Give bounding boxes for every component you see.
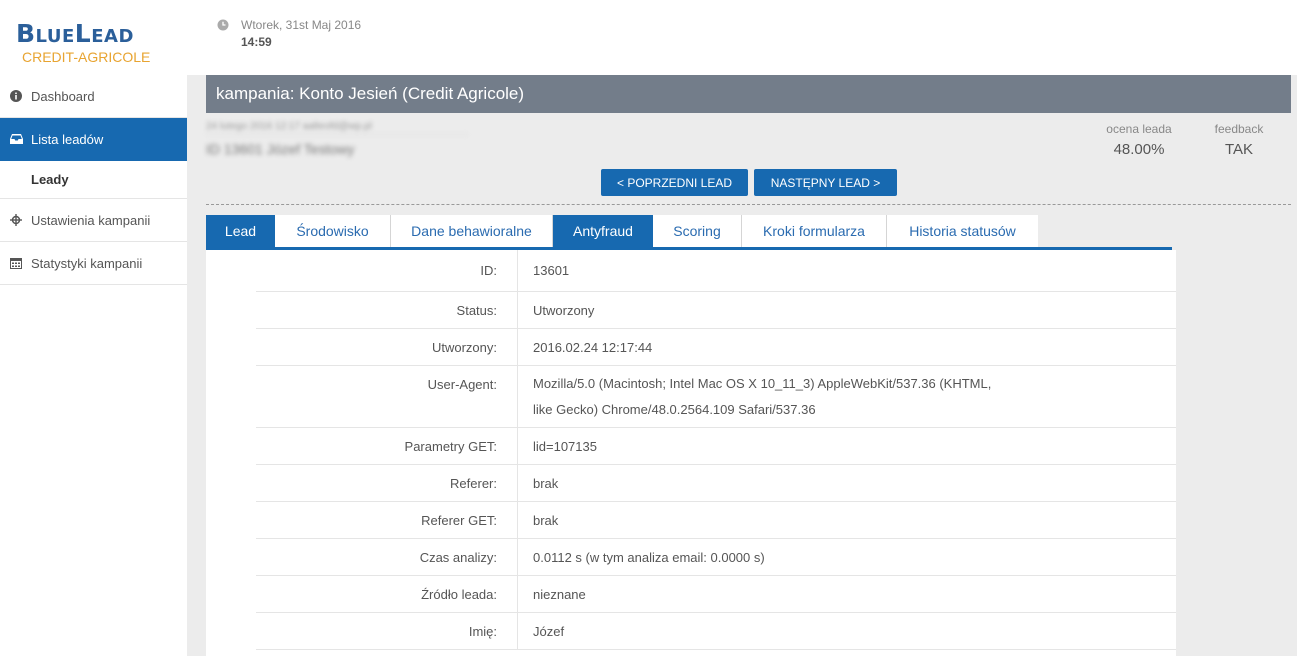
sidebar-item-label: Leady (31, 172, 69, 187)
sidebar-item-lista-leadow[interactable]: Lista leadów (0, 118, 187, 161)
detail-row-analysis-time: Czas analizy: 0.0112 s (w tym analiza em… (206, 539, 1176, 576)
sidebar-item-ustawienia-kampanii[interactable]: Ustawienia kampanii (0, 199, 187, 242)
detail-value: 0.0112 s (w tym analiza email: 0.0000 s) (533, 550, 765, 565)
tab-srodowisko[interactable]: Środowisko (275, 215, 391, 247)
tab-lead[interactable]: Lead (206, 215, 275, 247)
sidebar: BlueLead CREDIT-AGRICOLE Dashboard Lista… (0, 0, 187, 656)
detail-value: Mozilla/5.0 (Macintosh; Intel Mac OS X 1… (533, 376, 992, 417)
lead-score-value: 48.00% (1113, 141, 1165, 158)
detail-value: 2016.02.24 12:17:44 (533, 340, 653, 355)
tab-dane-behawioralne[interactable]: Dane behawioralne (391, 215, 553, 247)
lead-feedback-label: feedback (1214, 122, 1264, 136)
detail-row-status: Status: Utworzony (206, 292, 1176, 329)
sidebar-item-statystyki-kampanii[interactable]: Statystyki kampanii (0, 242, 187, 285)
sidebar-nav: Dashboard Lista leadów Leady Ustawienia … (0, 75, 187, 285)
detail-label: Czas analizy: (419, 550, 497, 565)
inbox-icon (9, 132, 23, 146)
detail-value: lid=107135 (533, 439, 597, 454)
lead-meta-blurred: 24 lutego 2016 12:17 aalteofd@wp.pl (206, 121, 468, 135)
top-bar: Wtorek, 31st Maj 2016 14:59 (187, 0, 1297, 75)
detail-label: Referer: (450, 476, 497, 491)
sidebar-item-label: Statystyki kampanii (31, 255, 143, 271)
lead-score: ocena leada 48.00% (1099, 122, 1179, 158)
detail-value: brak (533, 513, 559, 528)
tab-antyfraud[interactable]: Antyfraud (553, 215, 653, 247)
detail-row-lead-source: Źródło leada: nieznane (206, 576, 1176, 613)
campaign-title: kampania: Konto Jesień (Credit Agricole) (206, 75, 1291, 113)
lead-info: 24 lutego 2016 12:17 aalteofd@wp.pl ID 1… (206, 113, 1291, 205)
detail-label: ID: (480, 263, 497, 278)
sidebar-item-label: Dashboard (31, 88, 95, 104)
detail-label: Referer GET: (421, 513, 497, 528)
prev-lead-button[interactable]: < POPRZEDNI LEAD (601, 169, 748, 196)
crosshair-icon (9, 213, 23, 227)
next-lead-button[interactable]: NASTĘPNY LEAD > (754, 169, 897, 196)
main-content: kampania: Konto Jesień (Credit Agricole)… (206, 75, 1291, 656)
detail-value: nieznane (533, 587, 586, 602)
detail-row-id: ID: 13601 (206, 250, 1176, 292)
detail-row-referer: Referer: brak (206, 465, 1176, 502)
detail-row-created: Utworzony: 2016.02.24 12:17:44 (206, 329, 1176, 366)
current-time: 14:59 (241, 35, 272, 49)
detail-value: brak (533, 476, 559, 491)
tab-kroki-formularza[interactable]: Kroki formularza (742, 215, 887, 247)
clock-icon (217, 19, 229, 31)
detail-label: Utworzony: (431, 340, 497, 355)
detail-row-user-agent: User-Agent: Mozilla/5.0 (Macintosh; Inte… (206, 366, 1176, 428)
lead-feedback: feedback TAK (1206, 122, 1272, 158)
detail-label: Źródło leada: (421, 587, 497, 602)
sidebar-item-label: Lista leadów (31, 131, 104, 147)
detail-label: Imię: (468, 624, 497, 639)
detail-value: Józef (533, 624, 565, 639)
lead-name-blurred: ID 13601 Józef Testowy (206, 141, 355, 157)
lead-score-label: ocena leada (1106, 122, 1172, 136)
current-date: Wtorek, 31st Maj 2016 (241, 18, 362, 32)
lead-tabs: Lead Środowisko Dane behawioralne Antyfr… (206, 215, 1172, 250)
lead-details-panel: ID: 13601 Status: Utworzony Utworzony: 2… (206, 250, 1176, 656)
detail-row-first-name: Imię: Józef (206, 613, 1176, 650)
detail-label: Parametry GET: (404, 439, 497, 454)
logo[interactable]: BlueLead CREDIT-AGRICOLE (16, 20, 176, 66)
tab-scoring[interactable]: Scoring (653, 215, 742, 247)
logo-sub: CREDIT-AGRICOLE (22, 49, 151, 65)
sidebar-item-dashboard[interactable]: Dashboard (0, 75, 187, 118)
lead-feedback-value: TAK (1224, 141, 1254, 158)
date-line: Wtorek, 31st Maj 2016 (217, 18, 361, 32)
lead-nav-buttons: < POPRZEDNI LEAD NASTĘPNY LEAD > (601, 169, 897, 196)
datetime: Wtorek, 31st Maj 2016 14:59 (217, 18, 361, 49)
detail-label: Status: (456, 303, 497, 318)
detail-row-referer-get: Referer GET: brak (206, 502, 1176, 539)
logo-main: BlueLead (16, 19, 134, 48)
detail-value: 13601 (533, 263, 570, 278)
info-icon (9, 89, 23, 103)
detail-value: Utworzony (533, 303, 595, 318)
sidebar-subitem-leady[interactable]: Leady (0, 161, 187, 199)
tab-historia-statusow[interactable]: Historia statusów (887, 215, 1038, 247)
detail-row-get-params: Parametry GET: lid=107135 (206, 428, 1176, 465)
sidebar-item-label: Ustawienia kampanii (31, 212, 151, 228)
detail-label: User-Agent: (427, 377, 497, 392)
calendar-icon (9, 256, 23, 270)
